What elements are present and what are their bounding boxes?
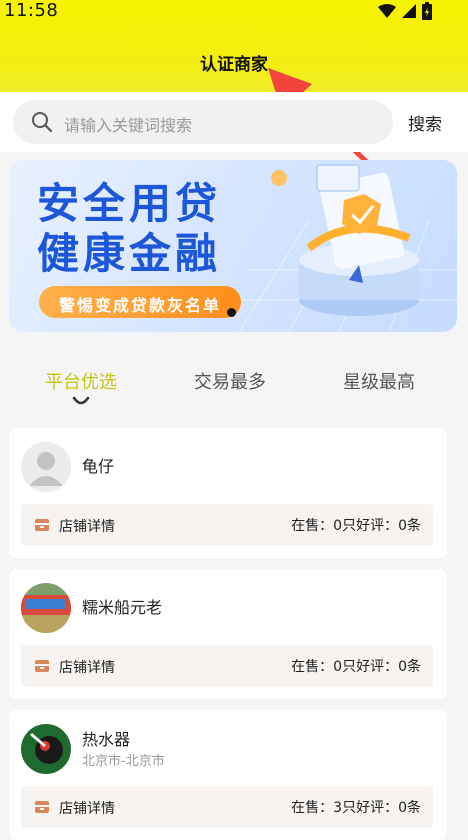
shop-detail-bar[interactable]: 店铺详情 在售：0只好评：0条 [21,645,433,687]
tab-top-rated[interactable]: 星级最高 [343,368,415,394]
tab-loading-spinner-icon [72,396,90,405]
shop-card[interactable]: 热水器 北京市-北京市 店铺详情 在售：3只好评：0条 [9,710,447,840]
shop-avatar-image [21,724,71,774]
search-placeholder: 请输入关键词搜索 [64,116,193,135]
shop-detail-label: 店铺详情 [59,519,115,535]
shop-name: 糯米船元老 [82,598,163,617]
shop-location: 北京市-北京市 [82,754,165,769]
avatar [21,724,71,774]
banner-headline-2: 健康金融 [37,229,222,278]
header-bar: 11:58 认证商家 [0,0,468,92]
shop-icon [35,801,49,813]
shop-detail-bar[interactable]: 店铺详情 在售：0只好评：0条 [21,504,433,546]
carousel-indicator [227,308,236,317]
promo-banner[interactable]: 安全用贷 健康金融 警惕变成贷款灰名单 [9,160,457,332]
search-input[interactable]: 请输入关键词搜索 [13,100,393,144]
avatar [21,442,71,492]
wifi-icon [378,4,396,18]
shop-name: 龟仔 [82,457,115,476]
banner-pill: 警惕变成贷款灰名单 [39,286,241,318]
tab-bar: 平台优选 交易最多 星级最高 [0,338,468,416]
battery-icon [422,2,432,20]
shop-icon [35,519,49,531]
signal-icon [402,4,416,18]
status-bar: 11:58 [0,0,468,24]
shop-card[interactable]: 糯米船元老 店铺详情 在售：0只好评：0条 [9,569,447,699]
banner-pill-text: 警惕变成贷款灰名单 [58,296,221,315]
shop-icon [35,660,49,672]
shop-name: 热水器 [82,730,131,749]
tab-platform-pick[interactable]: 平台优选 [45,368,117,394]
page-title: 认证商家 [200,55,268,75]
tab-most-trades[interactable]: 交易最多 [194,368,266,394]
shop-stats: 在售：3只好评：0条 [291,800,421,816]
shop-avatar-image [21,583,71,633]
search-icon [32,112,53,133]
shop-card[interactable]: 龟仔 店铺详情 在售：0只好评：0条 [9,428,447,558]
default-avatar-icon [21,442,71,492]
avatar [21,583,71,633]
search-button[interactable]: 搜索 [408,110,442,135]
shop-detail-bar[interactable]: 店铺详情 在售：3只好评：0条 [21,786,433,828]
shop-stats: 在售：0只好评：0条 [291,659,421,675]
shop-detail-label: 店铺详情 [59,660,115,676]
status-time: 11:58 [4,0,59,21]
shop-detail-label: 店铺详情 [59,801,115,817]
shop-stats: 在售：0只好评：0条 [291,518,421,534]
status-icons [378,2,432,20]
